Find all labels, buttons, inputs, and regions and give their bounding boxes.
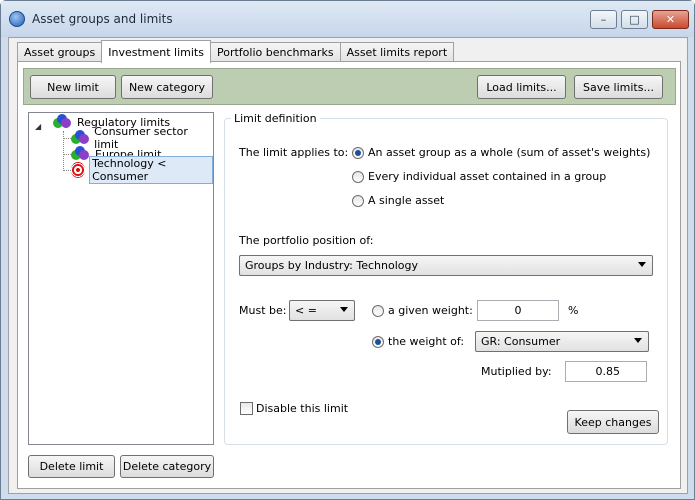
- chevron-down-icon: [340, 307, 348, 312]
- weight-of-label[interactable]: the weight of:: [388, 335, 464, 348]
- load-limits-button[interactable]: Load limits...: [477, 75, 566, 99]
- limit-definition-group: [224, 118, 668, 445]
- chevron-down-icon: [634, 338, 642, 343]
- save-limits-button[interactable]: Save limits...: [574, 75, 663, 99]
- tree-line: [63, 154, 71, 155]
- percent-label: %: [568, 304, 579, 317]
- target-icon: [71, 162, 86, 178]
- position-dropdown[interactable]: Groups by Industry: Technology: [239, 255, 653, 276]
- radio-asset-group-whole[interactable]: [352, 147, 364, 159]
- tab-asset-groups[interactable]: Asset groups: [17, 42, 103, 62]
- radio-weight-of[interactable]: [372, 336, 384, 348]
- three-balls-icon: [71, 146, 89, 162]
- applies-to-label: The limit applies to:: [239, 146, 349, 159]
- three-balls-icon: [53, 114, 71, 130]
- position-label: The portfolio position of:: [239, 234, 374, 247]
- chevron-down-icon: [638, 262, 646, 267]
- window-title: Asset groups and limits: [32, 12, 173, 26]
- tree-item-consumer-sector-limit[interactable]: Consumer sector limit: [71, 125, 213, 151]
- close-button[interactable]: ✕: [652, 10, 689, 29]
- tab-investment-limits[interactable]: Investment limits: [101, 40, 211, 63]
- tab-strip: Asset groups Investment limits Portfolio…: [17, 40, 455, 63]
- new-limit-button[interactable]: New limit: [30, 75, 116, 99]
- radio-every-individual-asset-label[interactable]: Every individual asset contained in a gr…: [368, 170, 606, 183]
- limit-definition-title: Limit definition: [231, 112, 320, 125]
- tree-line: [63, 138, 71, 139]
- tree-item-label: Technology < Consumer: [89, 156, 213, 184]
- app-icon: [9, 11, 25, 27]
- tree-line: [63, 170, 71, 171]
- disable-limit-checkbox[interactable]: [240, 402, 253, 415]
- delete-category-button[interactable]: Delete category: [120, 455, 214, 478]
- maximize-button[interactable]: □: [621, 10, 648, 29]
- tab-portfolio-benchmarks[interactable]: Portfolio benchmarks: [209, 42, 341, 62]
- delete-limit-button[interactable]: Delete limit: [28, 455, 115, 478]
- weight-of-dropdown-value: GR: Consumer: [481, 335, 561, 348]
- operator-dropdown[interactable]: < =: [289, 300, 355, 321]
- position-dropdown-value: Groups by Industry: Technology: [245, 259, 418, 272]
- tree-line: [63, 131, 64, 171]
- tab-asset-limits-report[interactable]: Asset limits report: [339, 42, 455, 62]
- radio-every-individual-asset[interactable]: [352, 171, 364, 183]
- operator-dropdown-value: < =: [295, 304, 317, 317]
- must-be-label: Must be:: [239, 304, 287, 317]
- radio-asset-group-whole-label[interactable]: An asset group as a whole (sum of asset'…: [368, 146, 650, 159]
- title-bar[interactable]: Asset groups and limits – □ ✕: [1, 1, 694, 37]
- multiplied-by-input[interactable]: 0.85: [565, 361, 647, 382]
- app-window: Asset groups and limits – □ ✕ Asset grou…: [0, 0, 695, 500]
- given-weight-input[interactable]: 0: [477, 300, 559, 321]
- radio-single-asset[interactable]: [352, 195, 364, 207]
- minimize-button[interactable]: –: [590, 10, 617, 29]
- given-weight-label[interactable]: a given weight:: [388, 304, 473, 317]
- weight-of-dropdown[interactable]: GR: Consumer: [475, 331, 649, 352]
- multiplied-by-label: Mutiplied by:: [481, 365, 552, 378]
- collapse-arrow-icon[interactable]: ◢: [35, 122, 41, 131]
- investment-limits-panel: New limit New category Load limits... Sa…: [17, 61, 681, 489]
- new-category-button[interactable]: New category: [121, 75, 213, 99]
- tree-item-technology-consumer[interactable]: Technology < Consumer: [71, 156, 213, 184]
- radio-single-asset-label[interactable]: A single asset: [368, 194, 444, 207]
- limits-tree[interactable]: ◢ Regulatory limits Consumer sector limi…: [28, 112, 214, 445]
- client-area: Asset groups Investment limits Portfolio…: [8, 37, 688, 494]
- radio-given-weight[interactable]: [372, 305, 384, 317]
- disable-limit-label[interactable]: Disable this limit: [256, 402, 348, 415]
- three-balls-icon: [71, 130, 89, 146]
- keep-changes-button[interactable]: Keep changes: [567, 410, 659, 434]
- limits-toolbar: New limit New category Load limits... Sa…: [23, 68, 676, 105]
